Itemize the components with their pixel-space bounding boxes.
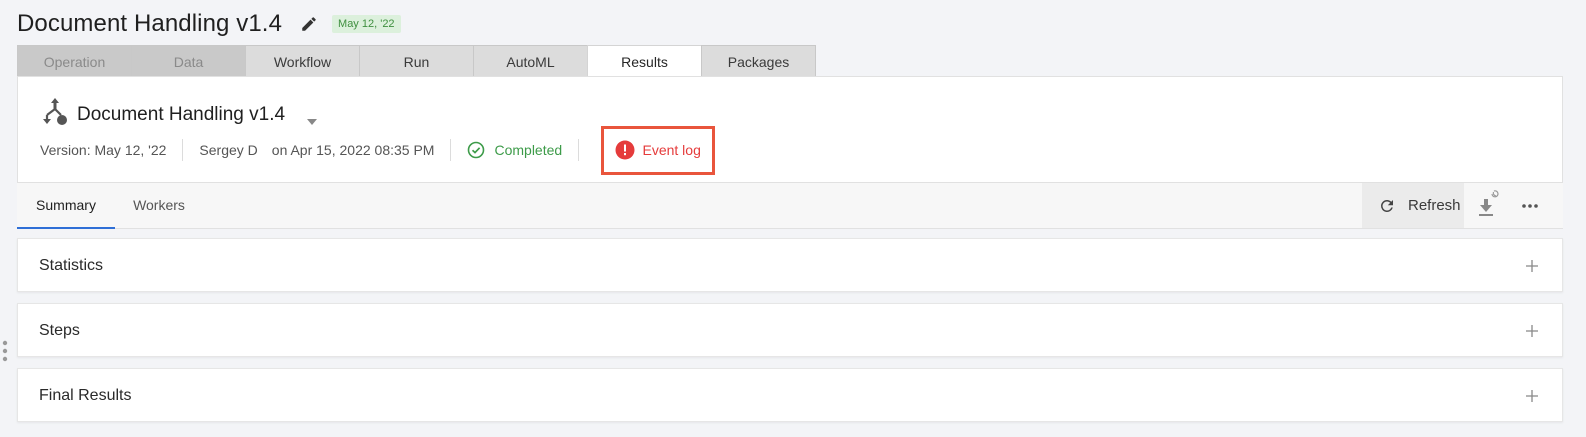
divider <box>578 139 580 161</box>
page-title: Document Handling v1.4 <box>17 10 283 37</box>
tab-data: Data <box>131 45 246 77</box>
panel-final-results[interactable]: Final Results <box>17 368 1563 422</box>
check-circle-icon <box>467 141 485 159</box>
run-user: Sergey D <box>199 142 258 158</box>
pencil-icon[interactable] <box>300 15 318 33</box>
version-badge: May 12, '22 <box>332 15 401 33</box>
main-tabs: Operation Data Workflow Run AutoML Resul… <box>17 45 816 78</box>
tab-packages[interactable]: Packages <box>701 45 816 77</box>
event-log-label: Event log <box>642 142 701 158</box>
error-circle-icon <box>615 140 635 160</box>
subtab-summary[interactable]: Summary <box>17 183 115 229</box>
tab-results[interactable]: Results <box>587 45 702 78</box>
refresh-icon <box>1378 197 1396 215</box>
status-label: Completed <box>494 142 563 158</box>
more-horizontal-icon[interactable] <box>1520 197 1540 215</box>
tab-workflow[interactable]: Workflow <box>245 45 360 77</box>
run-meta: Version: May 12, '22 Sergey D on Apr 15,… <box>40 125 716 175</box>
results-subnav: Summary Workers Refresh <box>17 183 1563 229</box>
tab-automl[interactable]: AutoML <box>473 45 588 77</box>
title-row: Document Handling v1.4 May 12, '22 <box>17 8 401 40</box>
panel-title: Statistics <box>39 257 104 274</box>
plus-icon[interactable] <box>1526 324 1538 337</box>
panel-title: Steps <box>39 322 80 339</box>
panel-statistics[interactable]: Statistics <box>17 238 1563 292</box>
divider <box>182 139 184 161</box>
plus-icon[interactable] <box>1526 259 1538 272</box>
panel-steps[interactable]: Steps <box>17 303 1563 357</box>
run-version: Version: May 12, '22 <box>40 142 167 158</box>
tab-run[interactable]: Run <box>359 45 474 77</box>
caret-down-icon[interactable] <box>307 112 317 125</box>
tab-operation: Operation <box>17 45 132 77</box>
subtab-workers[interactable]: Workers <box>122 183 196 229</box>
run-header-card: Document Handling v1.4 Version: May 12, … <box>17 76 1563 183</box>
status-completed: Completed <box>467 141 562 159</box>
refresh-label: Refresh <box>1408 197 1461 214</box>
run-date: on Apr 15, 2022 08:35 PM <box>271 142 435 158</box>
run-name: Document Handling v1.4 <box>77 104 286 125</box>
divider <box>450 139 452 161</box>
plus-icon[interactable] <box>1526 389 1538 402</box>
workflow-icon <box>41 97 69 127</box>
event-log-link[interactable]: Event log <box>601 125 716 175</box>
panel-title: Final Results <box>39 387 132 404</box>
download-icon[interactable] <box>1475 189 1501 219</box>
drag-handle-icon[interactable] <box>2 339 8 363</box>
refresh-button[interactable]: Refresh <box>1362 183 1464 228</box>
